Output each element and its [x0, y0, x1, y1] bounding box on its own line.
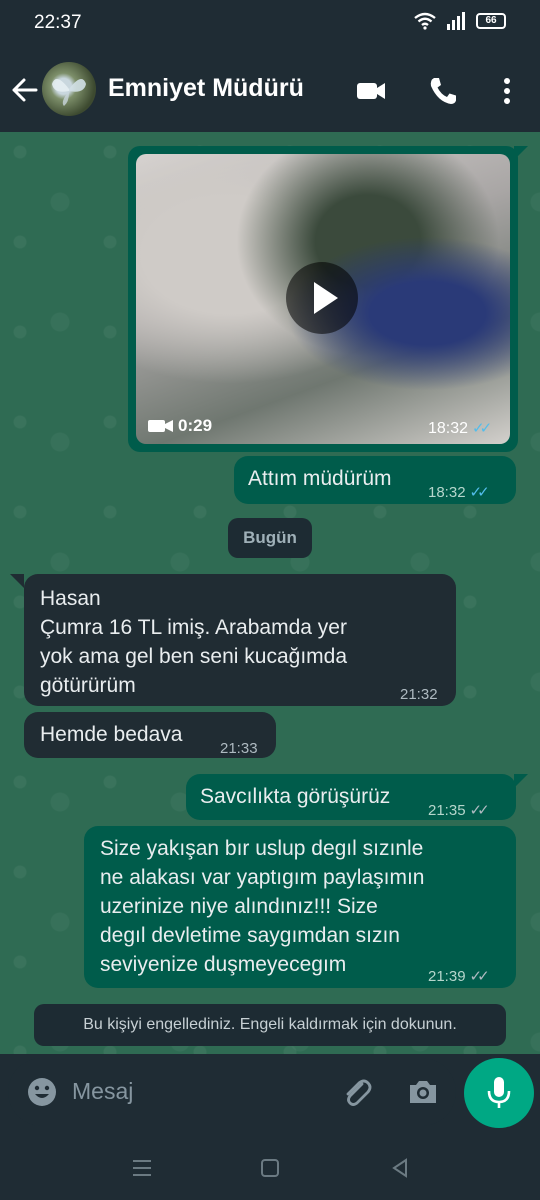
message-bubble-incoming[interactable]: Hasan Çumra 16 TL imiş. Arabamda yer yok… — [24, 574, 456, 706]
avatar[interactable] — [42, 62, 96, 116]
message-time: 21:33 — [220, 740, 258, 757]
message-time: 18:32 — [428, 484, 466, 501]
message-bubble-outgoing[interactable]: Attım müdürüm 18:32 ✓✓ — [234, 456, 516, 504]
phone-icon[interactable] — [426, 74, 460, 108]
video-duration: 0:29 — [178, 416, 213, 435]
status-time: 22:37 — [34, 12, 82, 33]
message-text: Hasan Çumra 16 TL imiş. Arabamda yer yok… — [40, 584, 347, 700]
message-line: ne alakası var yaptıgım paylaşımın — [100, 866, 425, 889]
read-ticks-icon: ✓✓ — [472, 420, 492, 437]
message-time: 18:32 — [428, 420, 469, 437]
message-line: Size yakışan bır uslup degıl sızınle — [100, 837, 424, 860]
message-text: Savcılıkta görüşürüz — [200, 785, 391, 808]
delivered-ticks-icon: ✓✓ — [469, 802, 490, 819]
message-line: Çumra 16 TL imiş. Arabamda yer — [40, 616, 347, 639]
message-bubble-outgoing[interactable]: Savcılıkta görüşürüz 21:35 ✓✓ — [186, 774, 516, 820]
video-time: 18:32 ✓✓ — [428, 419, 492, 438]
message-line: götürürüm — [40, 674, 136, 697]
play-button[interactable] — [286, 262, 358, 334]
avatar-butterfly-icon — [52, 79, 86, 106]
message-time: 21:35 — [428, 802, 466, 819]
back-arrow-icon[interactable] — [8, 70, 42, 110]
message-text: Size yakışan bır uslup degıl sızınle ne … — [100, 834, 425, 979]
date-divider: Bugün — [228, 518, 312, 558]
status-bar: 22:37 66 — [0, 0, 540, 48]
videocam-icon — [148, 420, 173, 432]
camera-icon[interactable] — [406, 1076, 440, 1108]
battery-icon: 66 — [476, 13, 506, 29]
bubble-tail — [514, 146, 528, 160]
blocked-notice[interactable]: Bu kişiyi engellediniz. Engeli kaldırmak… — [34, 1004, 506, 1046]
wifi-icon — [414, 12, 436, 30]
contact-name[interactable]: Emniyet Müdürü — [108, 74, 304, 103]
chat-header: Emniyet Müdürü — [0, 48, 540, 132]
message-text: Attım müdürüm — [248, 467, 392, 490]
mic-button[interactable] — [464, 1058, 534, 1128]
message-time: 21:39 — [428, 968, 466, 985]
attach-icon[interactable] — [340, 1076, 374, 1110]
emoji-icon[interactable] — [26, 1076, 58, 1108]
message-bubble-incoming[interactable]: Hemde bedava 21:33 — [24, 712, 276, 758]
message-time: 21:32 — [400, 686, 438, 703]
video-call-icon[interactable] — [354, 74, 388, 108]
read-ticks-icon: ✓✓ — [469, 484, 490, 501]
message-line: uzerinize niye alındınız!!! Size — [100, 895, 378, 918]
more-vert-icon[interactable] — [490, 74, 524, 108]
bubble-tail — [514, 774, 528, 788]
signal-icon — [447, 12, 465, 30]
message-text: Hemde bedava — [40, 723, 183, 746]
message-input[interactable]: Mesaj — [72, 1078, 133, 1105]
delivered-ticks-icon: ✓✓ — [469, 968, 490, 985]
status-icons: 66 — [414, 12, 506, 30]
video-thumbnail[interactable]: 0:29 18:32 ✓✓ — [136, 154, 510, 444]
message-meta: 21:35 ✓✓ — [428, 796, 490, 825]
message-composer[interactable]: Mesaj — [8, 1058, 456, 1126]
message-meta: 18:32 ✓✓ — [428, 478, 490, 507]
bubble-tail — [10, 574, 24, 588]
system-nav-bar — [0, 1134, 540, 1200]
message-meta: 21:39 ✓✓ — [428, 962, 490, 991]
message-line: degıl devletime saygımdan sızın — [100, 924, 400, 947]
back-nav-icon[interactable] — [388, 1156, 412, 1180]
message-line: seviyenize duşmeyecegım — [100, 953, 347, 976]
message-line: yok ama gel ben seni kucağımda — [40, 645, 348, 668]
recents-icon[interactable] — [130, 1156, 154, 1180]
mic-icon — [487, 1077, 511, 1108]
message-line: Hasan — [40, 587, 101, 610]
play-icon — [314, 282, 338, 314]
home-icon[interactable] — [258, 1156, 282, 1180]
message-bubble-outgoing[interactable]: Size yakışan bır uslup degıl sızınle ne … — [84, 826, 516, 988]
